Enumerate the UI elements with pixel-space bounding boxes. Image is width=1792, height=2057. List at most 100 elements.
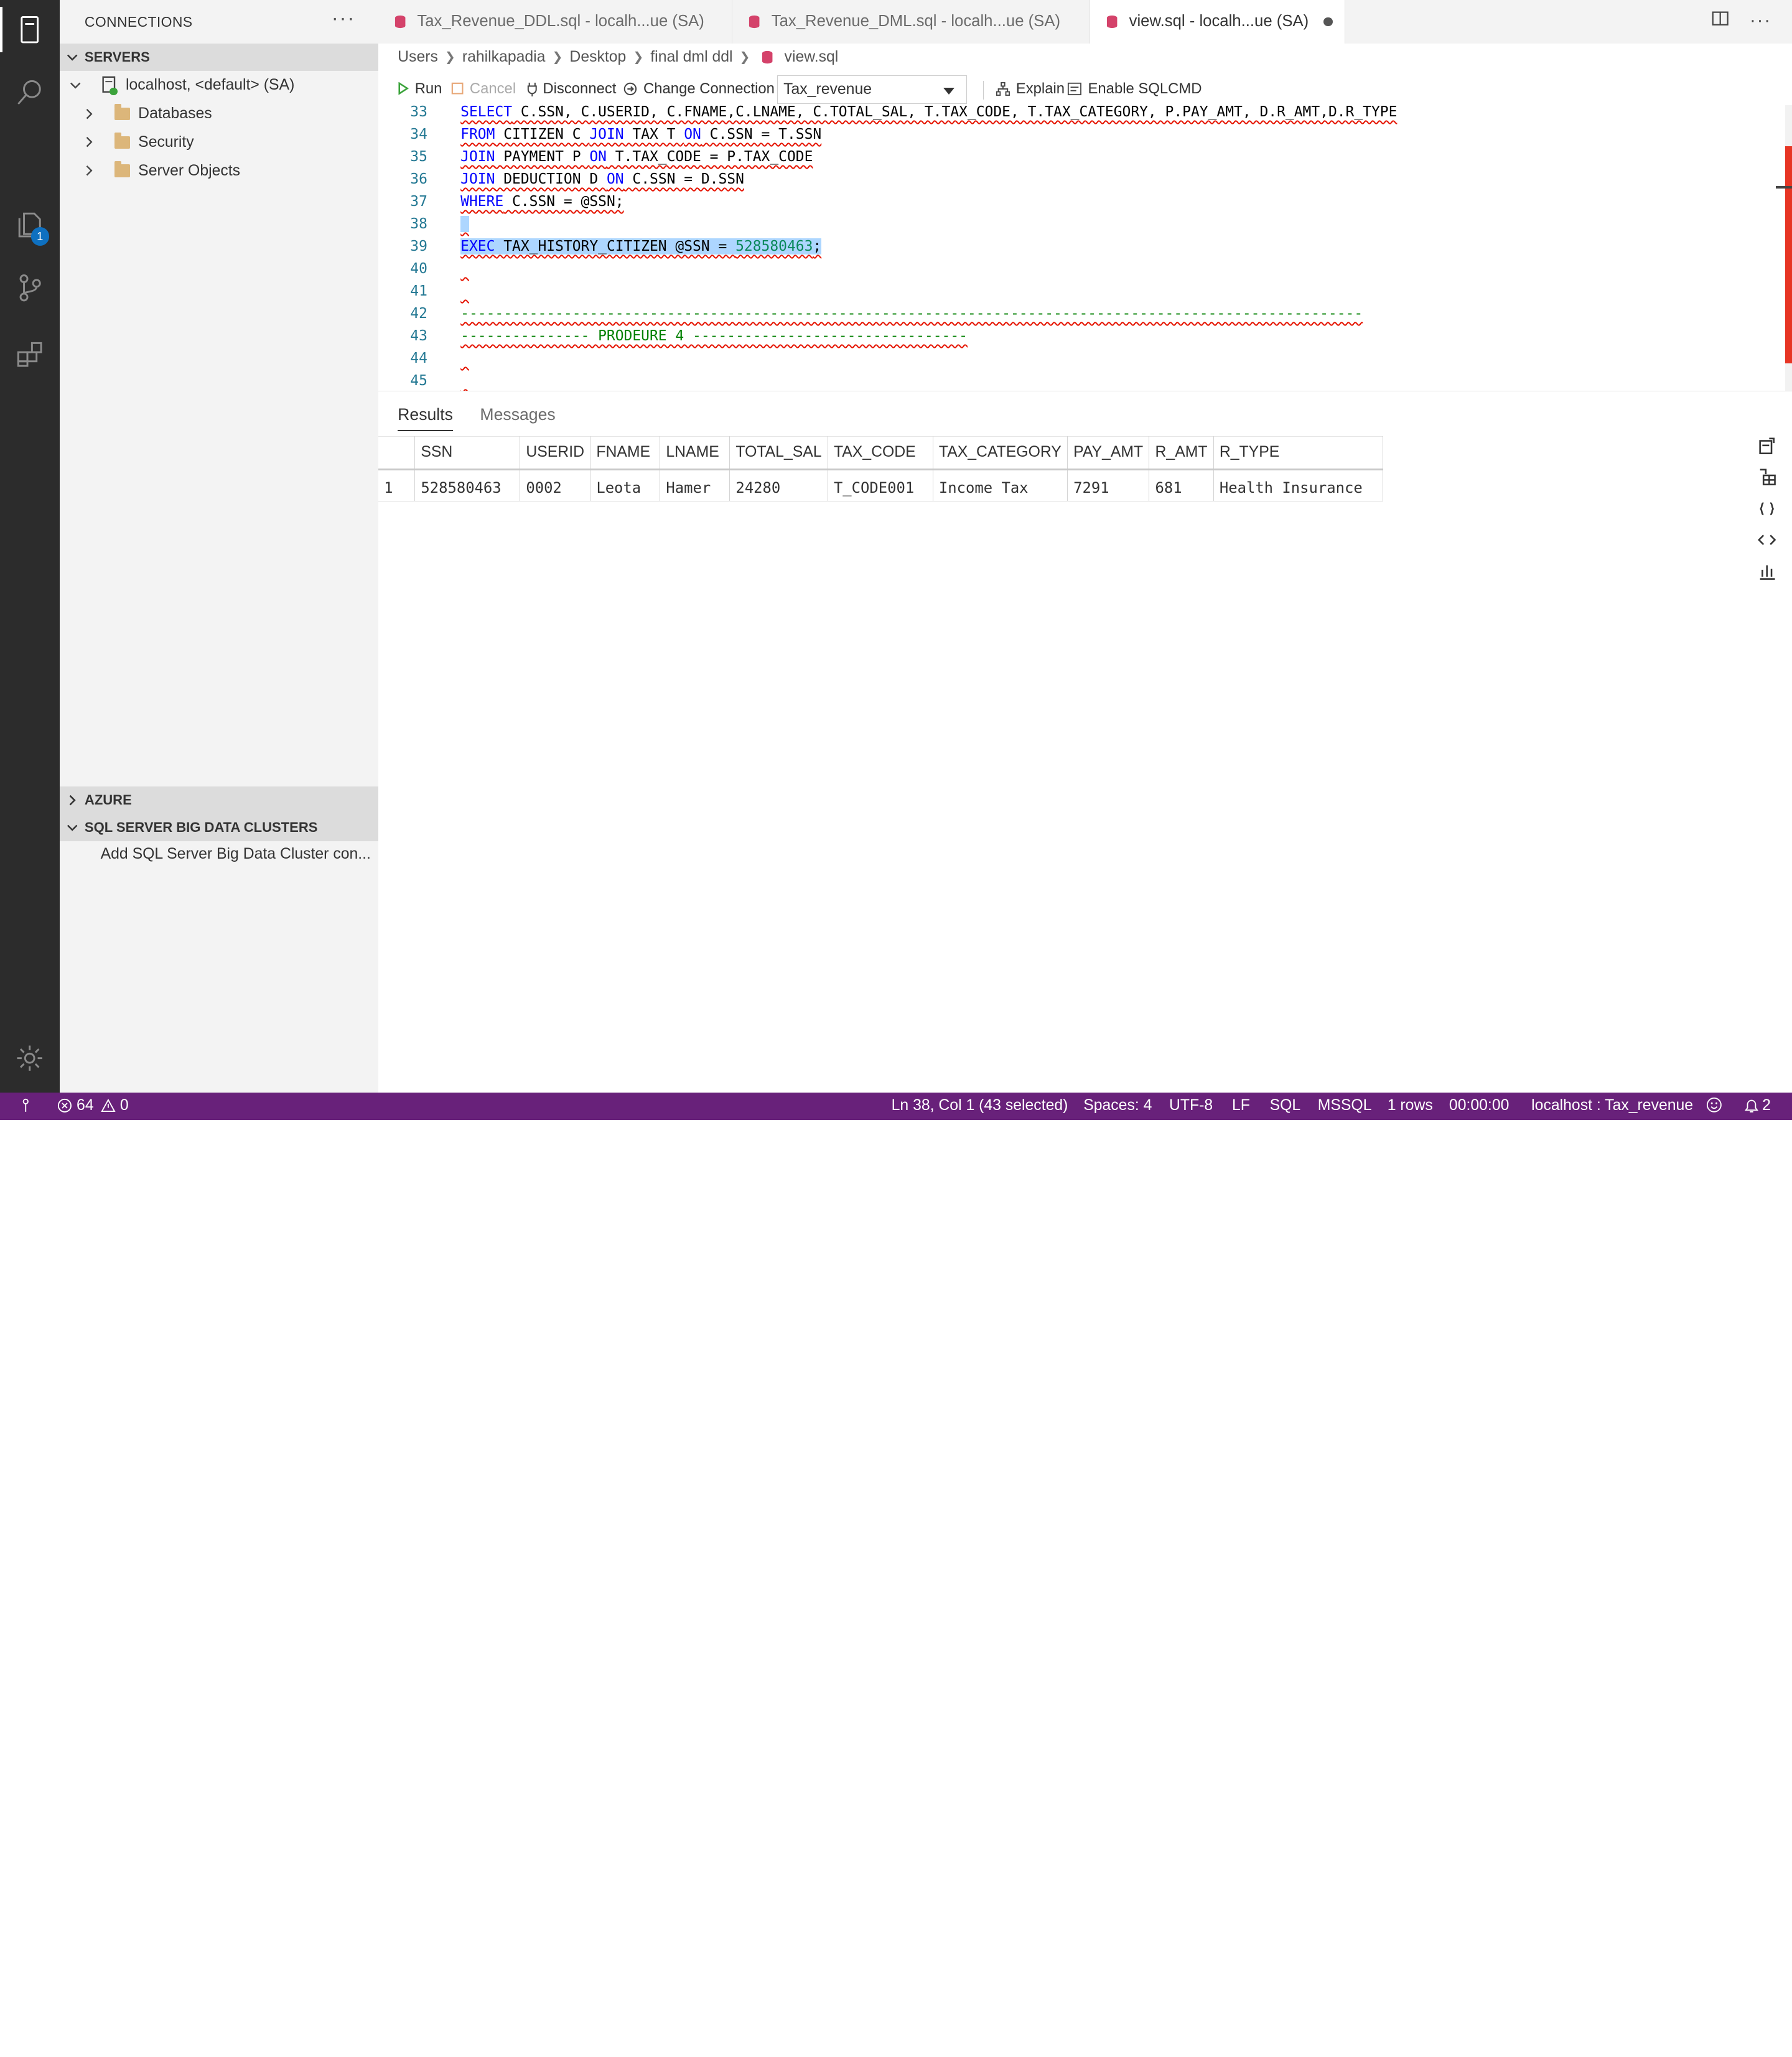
servers-section-header[interactable]: SERVERS [59,43,378,71]
disconnect-button[interactable]: Disconnect [527,80,616,98]
tab-view[interactable]: view.sql - localh...ue (SA) [1090,0,1345,44]
breadcrumb-item[interactable]: Desktop [569,49,626,66]
server-icon [101,76,118,96]
save-as-csv-icon[interactable] [1758,437,1776,460]
tree-item-server-objects[interactable]: Server Objects [60,157,378,185]
encoding[interactable]: UTF-8 [1169,1097,1213,1114]
code-line: 35 JOIN PAYMENT P ON T.TAX_CODE = P.TAX_… [378,147,1773,170]
database-icon [749,15,760,29]
breadcrumb-item[interactable]: Users [398,49,438,66]
code-token: T.TAX_CODE = P.TAX_CODE [606,149,813,166]
chevron-down-icon [67,76,85,94]
end-of-line[interactable]: LF [1232,1097,1250,1114]
table-row[interactable]: 1 528580463 0002 Leota Hamer 24280 T_COD… [378,469,1383,502]
unsaved-dot-icon[interactable] [1323,17,1333,27]
azure-section-header[interactable]: AZURE [59,786,378,814]
database-select[interactable]: Tax_revenue [777,75,967,105]
breadcrumb-item[interactable]: rahilkapadia [462,49,546,66]
table-cell[interactable]: 7291 [1067,469,1150,502]
table-cell[interactable]: Hamer [660,469,730,502]
indentation[interactable]: Spaces: 4 [1083,1097,1152,1114]
code-token: SELECT [460,105,513,121]
breadcrumb-item[interactable]: view.sql [785,49,839,66]
code-line: 44 [378,349,1773,371]
cancel-label: Cancel [469,80,516,97]
column-header[interactable]: R_AMT [1149,436,1214,471]
tab-ddl-label: Tax_Revenue_DDL.sql - localh...ue (SA) [417,12,704,30]
run-button[interactable]: Run [398,80,442,98]
tab-messages[interactable]: Messages [480,405,555,424]
cancel-button[interactable]: Cancel [451,80,516,98]
plug-icon [527,82,537,96]
tree-item-databases[interactable]: Databases [60,100,378,128]
folder-icon [114,161,131,177]
table-cell[interactable]: Leota [590,469,661,502]
code-line: 37 WHERE C.SSN = @SSN; [378,192,1773,215]
line-number: 37 [410,194,427,210]
change-connection-button[interactable]: Change Connection [623,80,775,98]
column-header[interactable]: FNAME [590,436,661,471]
language-mode[interactable]: SQL [1270,1097,1301,1114]
column-header[interactable]: USERID [520,436,591,471]
column-header[interactable]: TOTAL_SAL [729,436,828,471]
results-grid[interactable]: SSN USERID FNAME LNAME TOTAL_SAL TAX_COD… [378,436,1383,502]
server-node[interactable]: localhost, <default> (SA) [60,71,378,100]
overview-ruler[interactable] [1785,105,1792,391]
breadcrumb: Users ❯ rahilkapadia ❯ Desktop ❯ final d… [398,47,838,67]
table-cell[interactable]: Income Tax [933,469,1068,502]
save-as-json-icon[interactable] [1758,500,1776,523]
chart-icon[interactable] [1758,562,1776,585]
column-header[interactable]: TAX_CATEGORY [933,436,1068,471]
code-token: ON [589,149,607,166]
bigdata-section-header[interactable]: SQL SERVER BIG DATA CLUSTERS [59,813,378,841]
notification-count: 2 [1762,1097,1771,1114]
save-as-xml-icon[interactable] [1757,531,1776,554]
explain-button[interactable]: Explain [996,80,1065,98]
code-line: 43 --------------- PRODEURE 4 ----------… [378,327,1773,349]
enable-sqlcmd-button[interactable]: Enable SQLCMD [1067,80,1202,98]
execution-time: 00:00:00 [1449,1097,1510,1114]
explorer-icon[interactable]: 1 [0,197,60,251]
folder-icon [114,104,131,120]
sql-provider[interactable]: MSSQL [1318,1097,1372,1114]
column-header[interactable]: TAX_CODE [828,436,933,471]
add-bigdata-cluster-link[interactable]: Add SQL Server Big Data Cluster con... [60,840,378,869]
line-number: 34 [410,126,427,143]
tab-results[interactable]: Results [398,405,454,431]
sidebar-title: CONNECTIONS [84,14,193,30]
column-header[interactable]: R_TYPE [1213,436,1383,471]
sidebar-more-button[interactable]: ··· [332,7,356,30]
remote-icon[interactable] [21,1097,31,1117]
table-cell[interactable]: Health Insurance [1213,469,1383,502]
column-header[interactable]: SSN [414,436,521,471]
gear-icon[interactable] [0,1031,60,1086]
source-control-icon[interactable] [0,261,60,315]
tab-dml[interactable]: Tax_Revenue_DML.sql - localh...ue (SA) [732,0,1091,44]
extensions-icon[interactable] [0,327,60,381]
search-icon[interactable] [0,65,60,120]
problems-indicator[interactable]: 64 0 [57,1097,129,1114]
tree-label-server-objects: Server Objects [138,162,241,179]
code-editor[interactable]: 33 SELECT C.SSN, C.USERID, C.FNAME,C.LNA… [378,105,1792,391]
breadcrumb-item[interactable]: final dml ddl [650,49,732,66]
table-cell[interactable]: 528580463 [414,469,521,502]
split-editor-icon[interactable] [1711,9,1729,32]
column-header[interactable]: PAY_AMT [1067,436,1150,471]
notifications-button[interactable]: 2 [1744,1097,1771,1114]
table-cell[interactable]: 0002 [520,469,591,502]
feedback-icon[interactable] [1706,1097,1722,1117]
table-cell[interactable]: T_CODE001 [828,469,933,502]
tab-ddl[interactable]: Tax_Revenue_DDL.sql - localh...ue (SA) [378,0,733,44]
cursor-position[interactable]: Ln 38, Col 1 (43 selected) [892,1097,1068,1114]
code-token: 528580463 [735,238,813,255]
connections-icon[interactable] [0,2,60,57]
code-line: 33 SELECT C.SSN, C.USERID, C.FNAME,C.LNA… [378,105,1773,125]
activity-bar: 1 [0,0,60,1093]
save-as-excel-icon[interactable] [1758,469,1776,492]
column-header[interactable]: LNAME [660,436,730,471]
connection-status[interactable]: localhost : Tax_revenue [1531,1097,1693,1114]
table-cell[interactable]: 681 [1149,469,1214,502]
more-actions-icon[interactable]: ··· [1750,10,1771,31]
table-cell[interactable]: 24280 [729,469,828,502]
tree-item-security[interactable]: Security [60,128,378,157]
